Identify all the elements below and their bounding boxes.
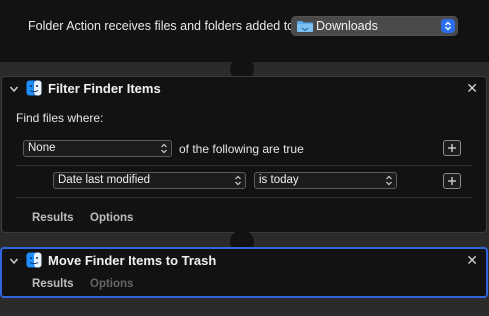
updown-arrows-icon (385, 175, 393, 189)
tab-options: Options (90, 278, 134, 290)
folder-popup-value: Downloads (316, 19, 378, 33)
close-icon[interactable]: ✕ (466, 252, 478, 268)
tab-results[interactable]: Results (32, 212, 74, 224)
match-select[interactable]: None (23, 140, 172, 157)
add-criterion-row-button[interactable] (443, 173, 461, 189)
workflow-input-label: Folder Action receives files and folders… (28, 19, 295, 33)
plus-icon (448, 177, 456, 185)
attribute-select-value: Date last modified (58, 174, 151, 186)
tab-results[interactable]: Results (32, 278, 74, 290)
close-icon[interactable]: ✕ (466, 80, 478, 96)
action-title: Filter Finder Items (48, 81, 161, 96)
chevron-down-icon[interactable] (9, 255, 19, 269)
updown-arrows-icon (441, 19, 455, 33)
action-tabs: Results Options (2, 212, 486, 230)
divider (16, 165, 472, 166)
folder-icon (297, 20, 313, 35)
divider (16, 197, 472, 198)
action-tabs: Results Options (2, 278, 486, 296)
folder-popup[interactable]: Downloads (291, 16, 458, 36)
add-criterion-button[interactable] (443, 140, 461, 156)
match-suffix-text: of the following are true (179, 142, 304, 156)
move-to-trash-action[interactable]: Move Finder Items to Trash ✕ Results Opt… (0, 247, 488, 298)
workflow-header: Folder Action receives files and folders… (0, 0, 489, 62)
plus-icon (448, 144, 456, 152)
finder-icon (26, 252, 42, 268)
filter-finder-items-action[interactable]: Filter Finder Items ✕ Find files where: … (1, 76, 487, 233)
operator-select-value: is today (259, 174, 299, 186)
updown-arrows-icon (160, 143, 168, 157)
attribute-select[interactable]: Date last modified (53, 172, 246, 189)
action-title-bar: Filter Finder Items ✕ (2, 77, 486, 101)
operator-select[interactable]: is today (254, 172, 397, 189)
action-title-bar: Move Finder Items to Trash ✕ (2, 249, 486, 273)
match-select-value: None (28, 142, 56, 154)
finder-icon (26, 80, 42, 96)
updown-arrows-icon (234, 175, 242, 189)
action-title: Move Finder Items to Trash (48, 253, 217, 268)
tab-options[interactable]: Options (90, 212, 133, 224)
chevron-down-icon[interactable] (9, 83, 19, 97)
find-files-label: Find files where: (16, 111, 104, 125)
